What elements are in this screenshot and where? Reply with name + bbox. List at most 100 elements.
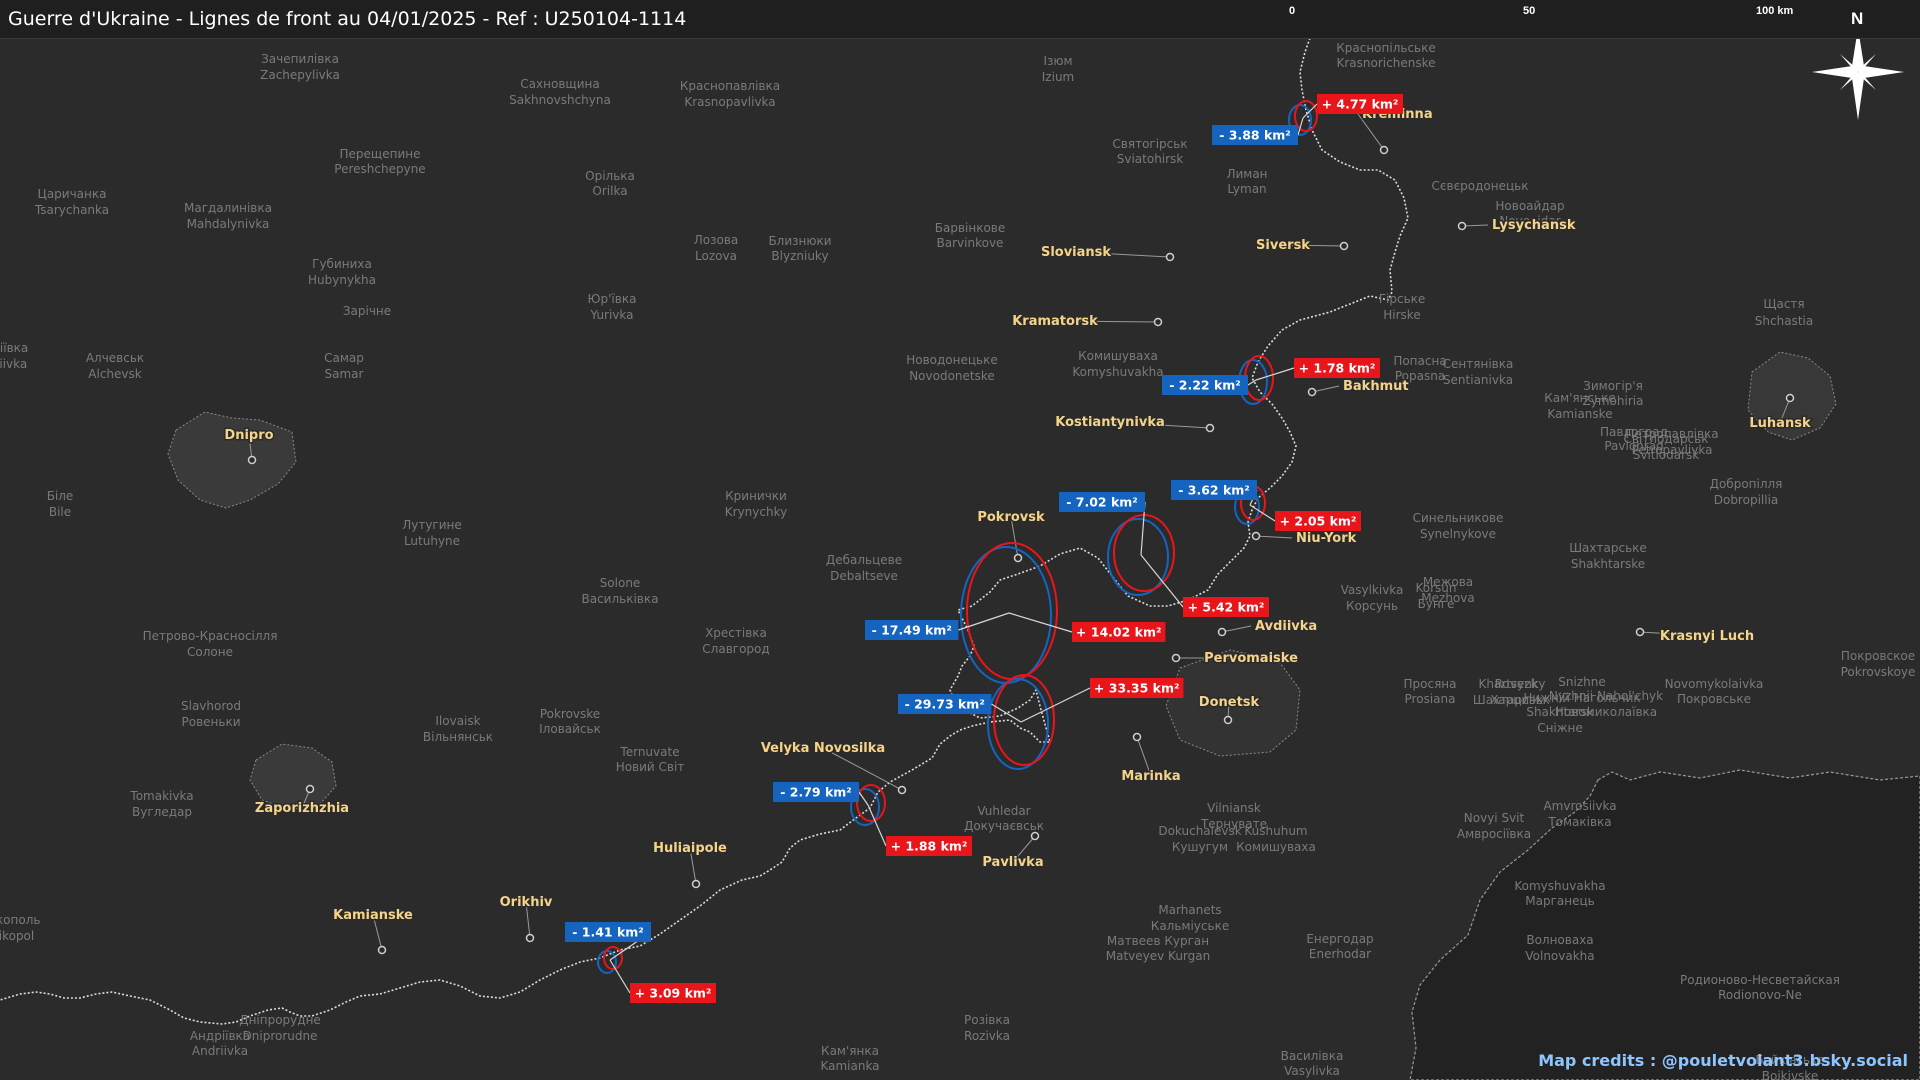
gain-label: + 1.88 km²: [891, 839, 968, 854]
base-place-label: Краснопільське: [1336, 41, 1436, 55]
city-label: Donetsk: [1199, 695, 1260, 710]
loss-label: - 1.41 km²: [572, 925, 644, 940]
base-place-label: Губиниха: [312, 257, 372, 271]
base-place-label: Енергодар: [1306, 932, 1373, 946]
base-place-label: Добропілля: [1710, 477, 1783, 491]
base-place-label: Alchevsk: [88, 367, 141, 381]
base-place-label: Біле: [47, 489, 74, 503]
base-place-label: Попасна: [1393, 354, 1446, 368]
city-label: Pavlivka: [982, 855, 1043, 870]
base-place-label: Синельникове: [1413, 511, 1504, 525]
base-place-label: Shchastia: [1755, 314, 1813, 328]
base-place-label: Кам'янка: [821, 1044, 879, 1058]
base-place-label: Bile: [49, 505, 71, 519]
city-label: Zaporizhzhia: [255, 801, 349, 816]
city-marker-icon: [1132, 732, 1142, 742]
base-place-label: Кадіївка: [0, 341, 28, 355]
base-place-label: Розівка: [964, 1013, 1010, 1027]
city-label: Niu-York: [1296, 531, 1357, 546]
base-place-label: Boikivske: [1762, 1069, 1818, 1080]
base-place-label: Матвеев Курган: [1107, 934, 1209, 948]
city-label: Pervomaiske: [1204, 651, 1298, 666]
base-place-label: Солоне: [187, 645, 233, 659]
loss-label: - 7.02 km²: [1066, 495, 1138, 510]
gain-label: + 14.02 km²: [1076, 625, 1162, 640]
base-place-label: Щастя: [1763, 297, 1804, 311]
base-place-label: Ровеньки: [182, 715, 241, 729]
base-place-label: Khartsyzk: [1478, 677, 1537, 691]
base-place-label: Volnovakha: [1525, 949, 1594, 963]
base-place-label: Kamianske: [1547, 407, 1612, 421]
city-marker-icon: [377, 945, 387, 955]
base-place-label: Tsarychanka: [34, 203, 109, 217]
base-place-label: Петрово-Красносілля: [143, 629, 278, 643]
base-place-label: Svitlodarsk: [1633, 448, 1700, 462]
base-place-label: Komyshuvakha: [1514, 879, 1605, 893]
front-line-map: Зачепилівка Zachepylivka Сахновщина Sakhnov…: [0, 0, 1920, 1080]
base-place-label: Snizhne: [1558, 675, 1605, 689]
base-place-label: Андріївка: [190, 1029, 250, 1043]
base-place-label: Лозова: [694, 233, 739, 247]
city-label: Luhansk: [1749, 416, 1811, 431]
base-place-label: Debaltseve: [830, 569, 898, 583]
loss-label: - 29.73 km²: [905, 697, 985, 712]
base-place-label: Korsun: [1415, 581, 1456, 595]
city-marker-icon: [1013, 553, 1023, 563]
map-title: Guerre d'Ukraine - Lignes de front au 04…: [8, 8, 687, 30]
base-place-label: Yurivka: [589, 308, 633, 322]
base-place-label: Kushuhum: [1244, 824, 1307, 838]
base-place-label: Lutuhyne: [404, 534, 460, 548]
base-place-label: Vilniansk: [1207, 801, 1261, 815]
gain-label: + 1.78 km²: [1299, 361, 1376, 376]
base-place-label: Юр'ївка: [588, 292, 637, 306]
base-place-label: Краснопавлівка: [680, 79, 780, 93]
base-place-label: Slavhorod: [181, 699, 241, 713]
base-place-label: Сентянівка: [1443, 357, 1514, 371]
base-place-label: Mahdalynivka: [187, 217, 270, 231]
city-label: Pokrovsk: [977, 510, 1045, 525]
base-place-label: Вільнянськ: [423, 730, 493, 744]
base-place-label: Sakhnovshchyna: [509, 93, 611, 107]
loss-label: - 3.88 km²: [1219, 128, 1291, 143]
base-place-label: Prosiana: [1405, 692, 1456, 706]
base-place-label: Докучаєвськ: [964, 819, 1044, 833]
base-place-label: Волноваха: [1526, 933, 1593, 947]
base-place-label: Izium: [1042, 70, 1074, 84]
base-place-label: Хрестівка: [705, 626, 767, 640]
gain-label: + 4.77 km²: [1322, 97, 1399, 112]
base-place-label: Lyman: [1227, 182, 1266, 196]
base-place-label: Вугледар: [132, 805, 192, 819]
gain-label: + 5.42 km²: [1188, 600, 1265, 615]
base-place-label: Nyzhnii Nahol'chyk: [1549, 689, 1663, 703]
city-label: Lysychansk: [1492, 218, 1576, 233]
base-place-label: Vuhledar: [977, 804, 1030, 818]
base-place-label: Царичанка: [38, 187, 107, 201]
base-place-label: Родионово-Несветайская: [1680, 973, 1840, 987]
base-place-label: Перещепине: [340, 147, 421, 161]
base-place-label: Корсунь: [1346, 599, 1398, 613]
north-label: N: [1851, 9, 1864, 28]
city-label: Huliaipole: [653, 841, 727, 856]
base-place-label: Покровское: [1841, 649, 1915, 663]
city-marker-icon: [691, 879, 701, 889]
gain-label: + 3.09 km²: [635, 986, 712, 1001]
base-place-label: Покровське: [1677, 692, 1751, 706]
base-place-label: Магдалинівка: [184, 201, 272, 215]
city-label: Marinka: [1121, 769, 1180, 784]
city-marker-icon: [1171, 653, 1181, 663]
city-label: Bakhmut: [1343, 379, 1409, 394]
base-place-label: Kamianka: [820, 1059, 879, 1073]
base-place-label: Амвросіївка: [1457, 827, 1531, 841]
base-place-label: Близнюки: [768, 234, 831, 248]
city-label: Sloviansk: [1041, 245, 1111, 260]
base-place-label: Дніпрорудне: [239, 1013, 321, 1027]
loss-label: - 17.49 km²: [872, 623, 952, 638]
city-label: Krasnyi Luch: [1660, 629, 1754, 644]
base-place-label: Сєвєродонецьк: [1432, 179, 1529, 193]
loss-label: - 2.79 km²: [780, 785, 852, 800]
city-label: Orikhiv: [500, 895, 553, 910]
base-place-label: Shakhtarske: [1571, 557, 1645, 571]
map-credits: Map credits : @pouletvolant3.bsky.social: [1538, 1051, 1908, 1070]
city-marker-icon: [1205, 423, 1215, 433]
city-label: Velyka Novosilka: [761, 741, 885, 756]
